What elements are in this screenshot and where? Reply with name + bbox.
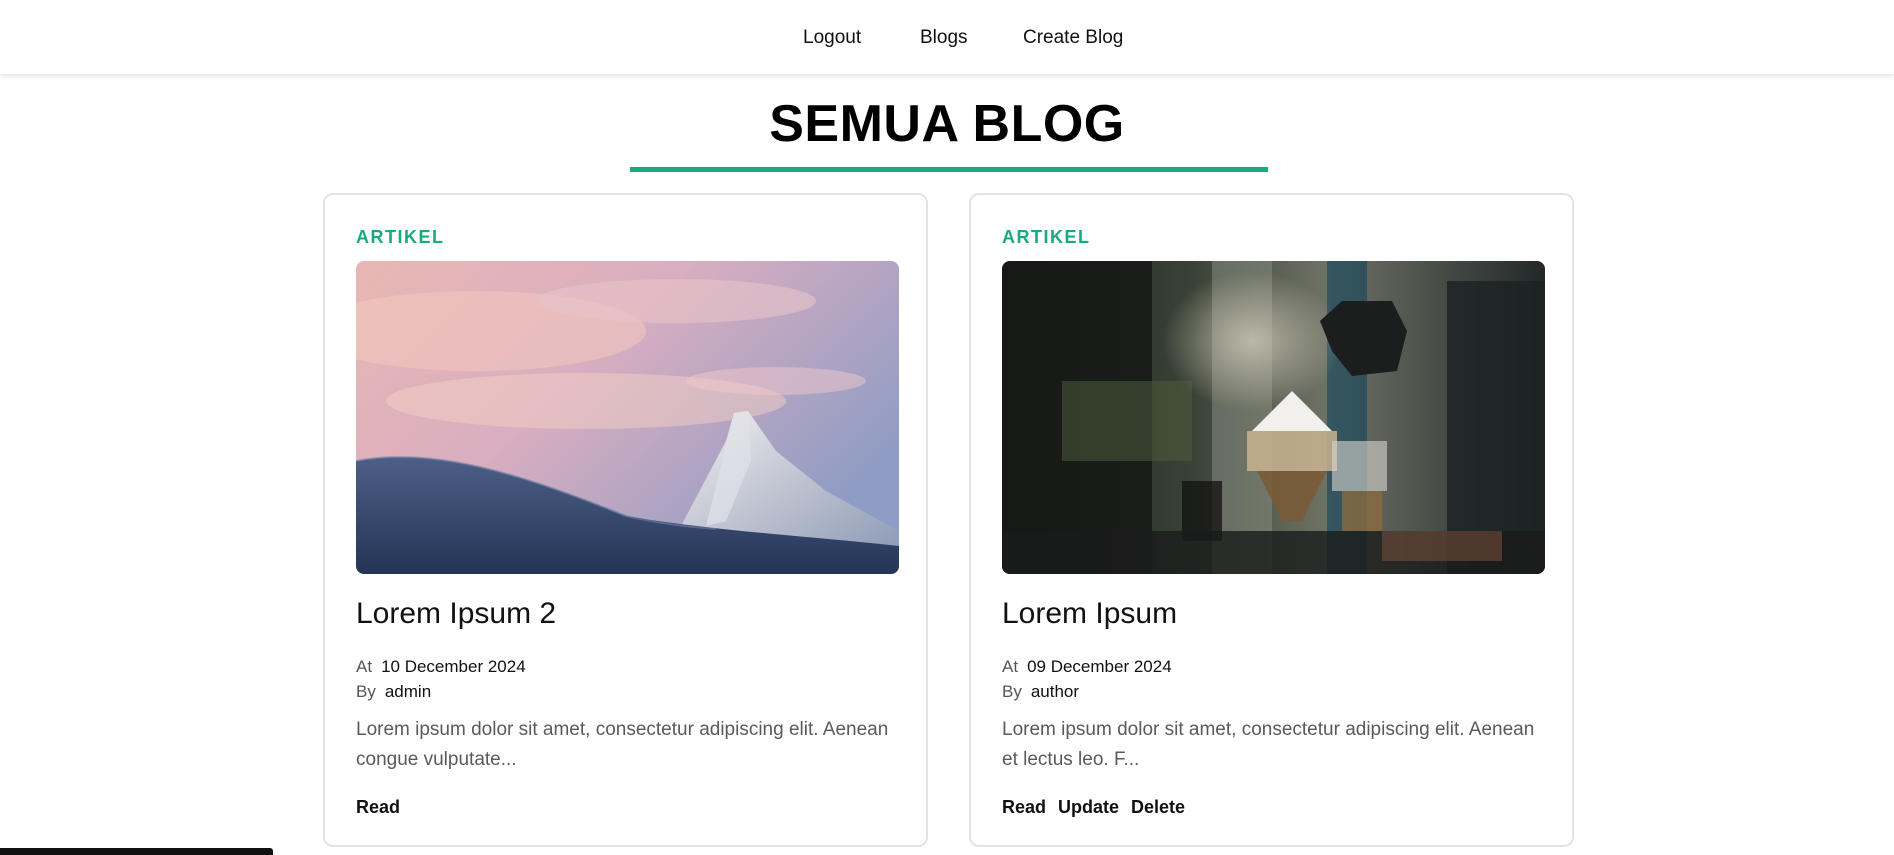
mountain-image [356,261,899,574]
card-date-row: At 10 December 2024 [356,656,526,678]
card-actions: Read Update Delete [1002,796,1197,818]
delete-button[interactable]: Delete [1131,797,1185,817]
card-image [1002,261,1545,574]
card-category: ARTIKEL [1002,227,1091,247]
author-label: By [356,682,376,701]
card-author-row: By admin [356,681,431,703]
card-excerpt: Lorem ipsum dolor sit amet, consectetur … [1002,719,1535,770]
card-date-row: At 09 December 2024 [1002,656,1172,678]
top-navbar: Logout Blogs Create Blog [0,0,1894,74]
blog-card: ARTIKEL [323,193,928,847]
page-title: SEMUA BLOG [769,95,1125,153]
nav-logout-link[interactable]: Logout [803,26,861,50]
coffee-image [1002,261,1545,574]
blog-card: ARTIKEL [969,193,1574,847]
card-date: 10 December 2024 [381,657,526,676]
bottom-toolbar-bar [0,848,273,855]
read-button[interactable]: Read [356,797,400,817]
card-image [356,261,899,574]
title-underline [630,167,1268,172]
card-title[interactable]: Lorem Ipsum [1002,595,1177,633]
nav-create-blog-link[interactable]: Create Blog [1023,26,1123,50]
card-category: ARTIKEL [356,227,445,247]
update-button[interactable]: Update [1058,797,1119,817]
card-author: author [1030,682,1080,701]
card-date: 09 December 2024 [1027,657,1172,676]
date-label: At [356,657,373,676]
read-button[interactable]: Read [1002,797,1046,817]
card-actions: Read [356,796,412,818]
card-author: admin [384,682,432,701]
nav-blogs-link[interactable]: Blogs [920,26,968,50]
card-author-row: By author [1002,681,1079,703]
card-excerpt: Lorem ipsum dolor sit amet, consectetur … [356,719,889,770]
author-label: By [1002,682,1022,701]
date-label: At [1002,657,1019,676]
card-title[interactable]: Lorem Ipsum 2 [356,595,556,633]
